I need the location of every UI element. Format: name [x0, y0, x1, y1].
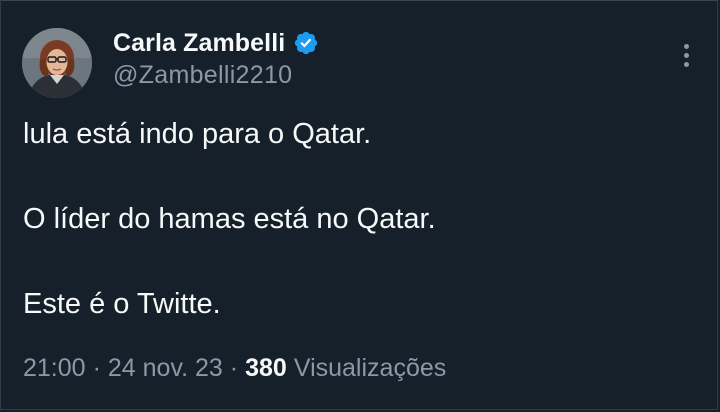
views-label: Visualizações — [293, 354, 447, 382]
more-vertical-icon — [683, 43, 689, 49]
tweet-card: Carla Zambelli @Zambelli2210 lula está i… — [0, 0, 718, 410]
meta-separator: · — [229, 354, 239, 382]
verified-badge-icon — [293, 30, 319, 56]
tweet-meta: 21:00 · 24 nov. 23 · 380 Visualizações — [23, 354, 446, 383]
avatar-photo — [22, 28, 92, 98]
views-count: 380 — [245, 354, 287, 382]
author-name-row[interactable]: Carla Zambelli — [113, 27, 319, 59]
tweet-time[interactable]: 21:00 — [23, 354, 86, 383]
more-vertical-icon-dot — [683, 52, 689, 58]
tweet-text-line: Este é o Twitte. — [23, 288, 221, 320]
author-handle[interactable]: @Zambelli2210 — [113, 61, 292, 90]
meta-separator: · — [92, 354, 101, 382]
tweet-text-line: lula está indo para o Qatar. — [23, 118, 372, 150]
more-options-button[interactable] — [673, 39, 699, 71]
avatar[interactable] — [22, 28, 92, 98]
more-vertical-icon-dot — [683, 61, 689, 67]
author-display-name[interactable]: Carla Zambelli — [113, 29, 285, 58]
tweet-text-line: O líder do hamas está no Qatar. — [23, 203, 436, 235]
tweet-date[interactable]: 24 nov. 23 — [108, 354, 223, 383]
